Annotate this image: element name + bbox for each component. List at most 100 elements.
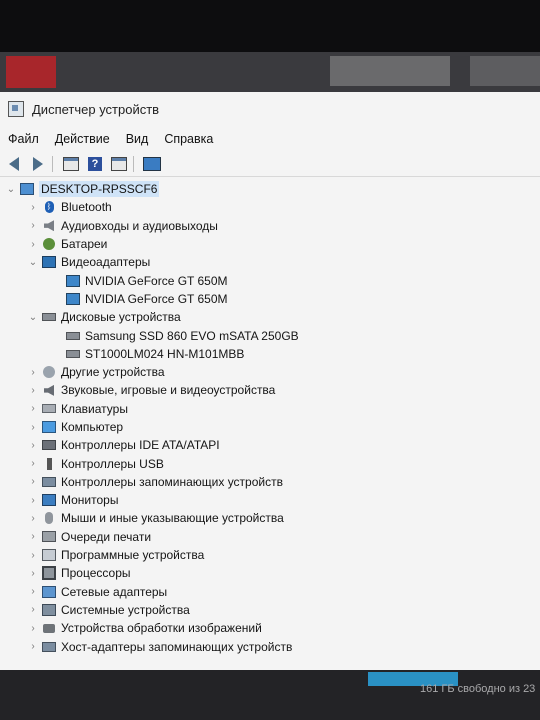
tree-item-network-adapters[interactable]: › Сетевые адаптеры <box>0 583 540 601</box>
tree-item-disk[interactable]: ST1000LM024 HN-M101MBB <box>0 345 540 363</box>
expand-chevron-icon[interactable]: › <box>28 568 38 579</box>
tree-root[interactable]: ⌄ DESKTOP-RPSSCF6 <box>0 180 540 198</box>
tree-item-imaging-devices[interactable]: › Устройства обработки изображений <box>0 619 540 637</box>
tree-item-print-queues[interactable]: › Очереди печати <box>0 528 540 546</box>
tree-item-disk-devices[interactable]: ⌄ Дисковые устройства <box>0 308 540 326</box>
tree-item-label: Клавиатуры <box>61 401 128 416</box>
tree-item-monitors[interactable]: › Мониторы <box>0 491 540 509</box>
toolbar-divider <box>52 156 53 172</box>
tree-item-video-adapters[interactable]: ⌄ Видеоадаптеры <box>0 253 540 271</box>
tree-item-label: Контроллеры USB <box>61 456 164 471</box>
device-manager-icon <box>8 101 24 117</box>
menu-help[interactable]: Справка <box>156 132 221 146</box>
tree-item-label: Хост-адаптеры запоминающих устройств <box>61 639 293 654</box>
tree-item-label: Системные устройства <box>61 602 190 617</box>
expand-chevron-icon[interactable]: › <box>28 202 38 213</box>
tree-item-other-devices[interactable]: › Другие устройства <box>0 363 540 381</box>
expand-chevron-icon[interactable]: › <box>28 604 38 615</box>
device-tree: ⌄ DESKTOP-RPSSCF6 › ᛒ Bluetooth › Аудиов… <box>0 180 540 656</box>
background-window-close-area <box>6 56 56 88</box>
menu-file[interactable]: Файл <box>0 132 47 146</box>
window-title: Диспетчер устройств <box>32 101 160 117</box>
expand-chevron-icon[interactable]: › <box>28 403 38 414</box>
expand-chevron-icon[interactable]: › <box>28 641 38 652</box>
tree-item-label: NVIDIA GeForce GT 650M <box>85 291 228 306</box>
tree-item-label: Процессоры <box>61 566 131 581</box>
gpu-icon <box>66 292 80 305</box>
speaker-icon <box>42 220 56 232</box>
expand-chevron-icon[interactable]: › <box>28 623 38 634</box>
expand-chevron-icon[interactable]: › <box>28 422 38 433</box>
tree-item-label: Звуковые, игровые и видеоустройства <box>61 383 276 398</box>
tree-item-disk[interactable]: Samsung SSD 860 EVO mSATA 250GB <box>0 326 540 344</box>
tree-item-label: Компьютер <box>61 420 124 434</box>
help-button[interactable]: ? <box>85 155 105 173</box>
tree-item-batteries[interactable]: › Батареи <box>0 235 540 253</box>
tree-item-storage-controllers[interactable]: › Контроллеры запоминающих устройств <box>0 473 540 491</box>
background-window-strip <box>0 52 540 92</box>
tree-item-usb[interactable]: › Контроллеры USB <box>0 454 540 472</box>
tree-item-label: Аудиовходы и аудиовыходы <box>61 218 218 233</box>
tree-item-mice[interactable]: › Мыши и иные указывающие устройства <box>0 509 540 527</box>
collapse-chevron-icon[interactable]: ⌄ <box>6 184 16 195</box>
tree-item-gpu[interactable]: NVIDIA GeForce GT 650M <box>0 271 540 289</box>
tree-item-audio-io[interactable]: › Аудиовходы и аудиовыходы <box>0 217 540 235</box>
tree-item-software-devices[interactable]: › Программные устройства <box>0 546 540 564</box>
sound-icon <box>42 384 56 396</box>
printer-icon <box>42 531 56 543</box>
display-adapter-icon <box>42 256 56 269</box>
expand-chevron-icon[interactable]: › <box>28 586 38 597</box>
properties-button[interactable] <box>61 155 81 173</box>
menu-action[interactable]: Действие <box>47 132 118 146</box>
system-device-icon <box>42 603 56 616</box>
ide-controller-icon <box>42 439 56 451</box>
expand-chevron-icon[interactable]: › <box>28 220 38 231</box>
camera-icon <box>42 622 56 634</box>
expand-chevron-icon[interactable]: › <box>28 239 38 250</box>
tree-item-label: Дисковые устройства <box>61 310 181 325</box>
tree-item-label: Мониторы <box>61 493 119 508</box>
expand-chevron-icon[interactable]: › <box>28 385 38 396</box>
expand-chevron-icon[interactable]: › <box>28 531 38 542</box>
background-window-tab <box>470 56 540 86</box>
tree-item-computer[interactable]: › Компьютер <box>0 418 540 436</box>
tree-item-label: Контроллеры IDE ATA/ATAPI <box>61 438 220 453</box>
update-driver-icon <box>111 157 127 171</box>
expand-chevron-icon[interactable]: › <box>28 476 38 487</box>
collapse-chevron-icon[interactable]: ⌄ <box>28 312 38 323</box>
menu-view[interactable]: Вид <box>118 132 157 146</box>
tree-item-storage-host[interactable]: › Хост-адаптеры запоминающих устройств <box>0 637 540 655</box>
keyboard-icon <box>42 403 56 415</box>
battery-icon <box>42 238 56 251</box>
tree-item-ide[interactable]: › Контроллеры IDE ATA/ATAPI <box>0 436 540 454</box>
tree-item-label: NVIDIA GeForce GT 650M <box>85 273 228 288</box>
tree-item-label: Устройства обработки изображений <box>61 621 262 636</box>
expand-chevron-icon[interactable]: › <box>28 495 38 506</box>
tree-root-label: DESKTOP-RPSSCF6 <box>39 181 160 198</box>
back-button[interactable] <box>4 155 24 173</box>
tree-item-sound-devices[interactable]: › Звуковые, игровые и видеоустройства <box>0 381 540 399</box>
scan-hardware-button[interactable] <box>142 155 162 173</box>
tree-item-system-devices[interactable]: › Системные устройства <box>0 601 540 619</box>
expand-chevron-icon[interactable]: › <box>28 440 38 451</box>
expand-chevron-icon[interactable]: › <box>28 367 38 378</box>
tree-item-bluetooth[interactable]: › ᛒ Bluetooth <box>0 198 540 216</box>
expand-chevron-icon[interactable]: › <box>28 513 38 524</box>
tree-item-gpu[interactable]: NVIDIA GeForce GT 650M <box>0 290 540 308</box>
tree-item-keyboards[interactable]: › Клавиатуры <box>0 400 540 418</box>
update-driver-button[interactable] <box>109 155 129 173</box>
monitor-bezel-top <box>0 0 540 52</box>
expand-chevron-icon[interactable]: › <box>28 458 38 469</box>
tree-item-label: Видеоадаптеры <box>61 255 151 270</box>
tree-item-processors[interactable]: › Процессоры <box>0 564 540 582</box>
collapse-chevron-icon[interactable]: ⌄ <box>28 257 38 268</box>
help-icon: ? <box>88 157 102 171</box>
tree-item-label: Мыши и иные указывающие устройства <box>61 511 284 526</box>
menu-bar: Файл Действие Вид Справка <box>0 128 540 150</box>
drive-free-space-text: 161 ГБ свободно из 23 <box>420 683 536 695</box>
bluetooth-icon: ᛒ <box>42 201 56 214</box>
forward-button[interactable] <box>28 155 48 173</box>
storage-controller-icon <box>42 476 56 488</box>
disk-drive-icon <box>42 311 56 323</box>
expand-chevron-icon[interactable]: › <box>28 550 38 561</box>
